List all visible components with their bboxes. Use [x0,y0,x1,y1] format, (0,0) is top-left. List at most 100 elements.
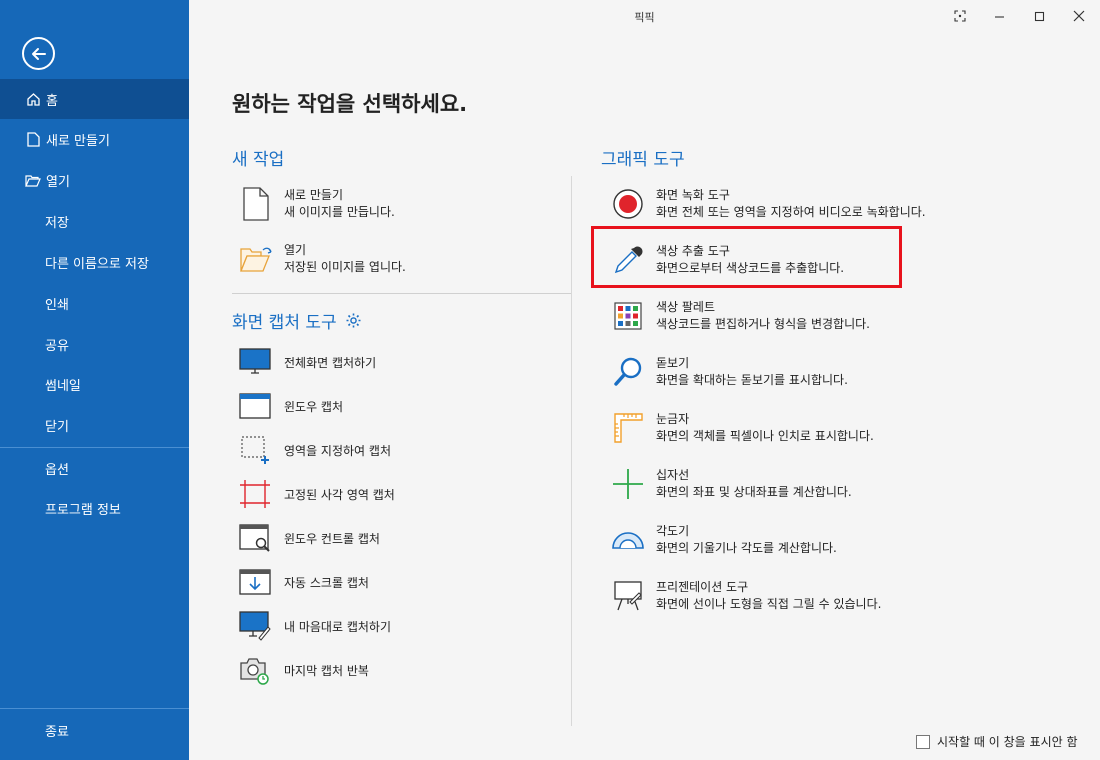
checkbox-box[interactable] [916,734,930,749]
sidebar-item-label: 닫기 [45,419,69,435]
capture-fixed-region[interactable]: 고정된 사각 영역 캡처 [238,476,395,512]
sidebar-item-label: 다른 이름으로 저장 [45,256,149,272]
monitor-icon [238,345,272,379]
highlight-box [591,226,902,288]
close-icon [1073,10,1085,22]
sidebar-item-open[interactable]: 열기 [0,160,189,200]
item-desc: 화면을 확대하는 돋보기를 표시합니다. [656,373,848,387]
record-icon [610,186,646,222]
capture-section-title: 화면 캡처 도구 [232,313,337,333]
title-bar: 픽픽 [189,0,1100,32]
sidebar-item-save-as[interactable]: 다른 이름으로 저장 [0,242,189,282]
section-divider [232,293,571,294]
graphic-section-title: 그래픽 도구 [601,150,685,170]
item-title: 새로 만들기 [284,188,344,202]
capture-label: 윈도우 컨트롤 캡처 [284,531,380,546]
tool-protractor[interactable]: 각도기 화면의 기울기나 각도를 계산합니다. [610,522,837,558]
capture-label: 자동 스크롤 캡처 [284,575,369,590]
item-title: 돋보기 [656,356,690,370]
tool-presentation[interactable]: 프리젠테이션 도구 화면에 선이나 도형을 직접 그릴 수 있습니다. [610,578,881,614]
gear-icon[interactable] [345,312,362,329]
capture-label: 내 마음대로 캡처하기 [284,619,391,634]
window-control-icon [238,521,272,555]
capture-freeform[interactable]: 내 마음대로 캡처하기 [238,608,391,644]
sidebar-item-label: 새로 만들기 [46,133,110,149]
open-image-item[interactable]: 열기 저장된 이미지를 엽니다. [238,241,406,277]
sidebar-item-label: 열기 [46,174,70,190]
tool-color-palette[interactable]: 색상 팔레트 색상코드를 편집하거나 형식을 변경합니다. [610,298,870,334]
new-file-icon [25,131,41,147]
sidebar-item-save[interactable]: 저장 [0,201,189,241]
scroll-capture-icon [238,565,272,599]
tool-screen-record[interactable]: 화면 녹화 도구 화면 전체 또는 영역을 지정하여 비디오로 녹화합니다. [610,186,926,222]
ruler-icon [610,410,646,446]
window-icon [238,389,272,423]
maximize-button[interactable] [1028,5,1050,27]
item-title: 색상 팔레트 [656,300,716,314]
region-select-icon [238,433,272,467]
whiteboard-icon [610,578,646,614]
sidebar-item-label: 옵션 [45,462,69,478]
item-title: 눈금자 [656,412,690,426]
capture-button[interactable] [949,5,971,27]
capture-repeat-last[interactable]: 마지막 캡처 반복 [238,652,369,688]
capture-label: 고정된 사각 영역 캡처 [284,487,395,502]
folder-open-icon [25,172,41,188]
sidebar-item-label: 종료 [45,724,69,740]
item-desc: 화면의 좌표 및 상대좌표를 계산합니다. [656,485,852,499]
sidebar-item-new[interactable]: 새로 만들기 [0,119,189,159]
capture-region[interactable]: 영역을 지정하여 캡처 [238,432,391,468]
item-desc: 화면의 객체를 픽셀이나 인치로 표시합니다. [656,429,874,443]
item-desc: 화면에 선이나 도형을 직접 그릴 수 있습니다. [656,597,882,611]
dont-show-checkbox[interactable]: 시작할 때 이 창을 표시안 함 [916,733,1078,750]
sidebar-item-exit[interactable]: 종료 [0,710,189,750]
capture-label: 윈도우 캡처 [284,399,344,414]
sidebar-item-label: 공유 [45,338,69,354]
item-title: 프리젠테이션 도구 [656,580,749,594]
camera-repeat-icon [238,653,272,687]
item-desc: 색상코드를 편집하거나 형식을 변경합니다. [656,317,870,331]
new-image-item[interactable]: 새로 만들기 새 이미지를 만듭니다. [238,186,395,222]
capture-auto-scroll[interactable]: 자동 스크롤 캡처 [238,564,369,600]
capture-window-control[interactable]: 윈도우 컨트롤 캡처 [238,520,380,556]
sidebar: 홈 새로 만들기 열기 저장 다른 이름으로 저장 인쇄 공유 썸네일 닫기 옵… [0,0,189,760]
sidebar-item-home[interactable]: 홈 [0,79,189,119]
folder-open-icon [238,241,274,277]
sidebar-item-close[interactable]: 닫기 [0,405,189,445]
protractor-icon [610,522,646,558]
new-task-section-title: 새 작업 [232,150,285,170]
item-desc: 화면 전체 또는 영역을 지정하여 비디오로 녹화합니다. [656,205,926,219]
item-desc: 새 이미지를 만듭니다. [284,205,395,219]
sidebar-item-about[interactable]: 프로그램 정보 [0,488,189,528]
tool-magnifier[interactable]: 돋보기 화면을 확대하는 돋보기를 표시합니다. [610,354,848,390]
item-title: 십자선 [656,468,690,482]
sidebar-item-label: 저장 [45,215,69,231]
back-button[interactable] [22,37,55,70]
capture-fullscreen[interactable]: 전체화면 캡처하기 [238,344,376,380]
sidebar-item-label: 인쇄 [45,297,69,313]
sidebar-item-options[interactable]: 옵션 [0,448,189,488]
tool-ruler[interactable]: 눈금자 화면의 객체를 픽셀이나 인치로 표시합니다. [610,410,874,446]
monitor-pen-icon [238,609,272,643]
new-file-icon [238,186,274,222]
minimize-button[interactable] [988,5,1010,27]
capture-window[interactable]: 윈도우 캡처 [238,388,343,424]
column-divider [571,176,572,726]
sidebar-item-print[interactable]: 인쇄 [0,283,189,323]
sidebar-item-label: 썸네일 [45,378,81,394]
sidebar-item-label: 프로그램 정보 [45,502,121,518]
fixed-region-icon [238,477,272,511]
close-button[interactable] [1068,5,1090,27]
item-desc: 저장된 이미지를 엽니다. [284,260,406,274]
item-title: 각도기 [656,524,690,538]
page-title: 원하는 작업을 선택하세요. [232,92,468,116]
palette-icon [610,298,646,334]
arrow-left-icon [32,48,46,60]
item-desc: 화면의 기울기나 각도를 계산합니다. [656,541,837,555]
sidebar-item-thumbnail[interactable]: 썸네일 [0,364,189,404]
item-title: 열기 [284,243,307,257]
tool-crosshair[interactable]: 십자선 화면의 좌표 및 상대좌표를 계산합니다. [610,466,852,502]
capture-section-header: 화면 캡처 도구 [232,308,362,333]
sidebar-item-share[interactable]: 공유 [0,324,189,364]
maximize-icon [1034,11,1044,21]
